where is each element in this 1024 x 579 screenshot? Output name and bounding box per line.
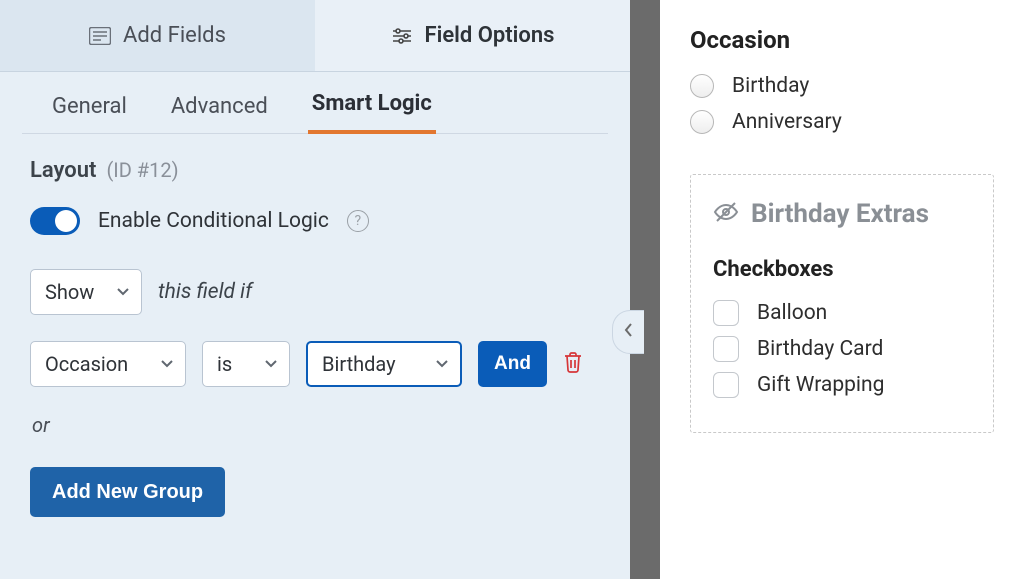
subtab-advanced[interactable]: Advanced	[167, 94, 272, 133]
tab-add-fields[interactable]: Add Fields	[0, 0, 315, 71]
checkbox-birthday-card-label: Birthday Card	[757, 337, 883, 361]
checkbox-gift-wrapping[interactable]	[713, 372, 739, 398]
form-preview: Occasion Birthday Anniversary Birthday E…	[660, 0, 1024, 579]
chevron-left-icon	[622, 321, 636, 343]
delete-rule-button[interactable]	[563, 351, 583, 377]
top-tabs: Add Fields Field Options	[0, 0, 630, 72]
radio-anniversary[interactable]	[690, 110, 714, 134]
panel-divider	[630, 0, 660, 579]
field-type-label: Layout	[30, 158, 96, 183]
condition-action-select[interactable]: Show	[30, 269, 142, 315]
enable-conditional-logic-label: Enable Conditional Logic	[98, 209, 329, 233]
checkbox-birthday-card[interactable]	[713, 336, 739, 362]
chevron-down-icon	[434, 352, 450, 376]
help-icon[interactable]: ?	[347, 210, 369, 232]
subtab-smart-logic[interactable]: Smart Logic	[308, 91, 436, 134]
radio-birthday-label: Birthday	[732, 74, 809, 98]
condition-field-value: Occasion	[45, 352, 128, 376]
or-label: or	[32, 413, 600, 437]
condition-value-select[interactable]: Birthday	[306, 341, 462, 387]
tab-field-options[interactable]: Field Options	[315, 0, 630, 71]
toggle-knob	[55, 210, 77, 232]
field-heading: Layout (ID #12)	[30, 158, 600, 183]
sliders-icon	[391, 27, 413, 45]
condition-action-suffix: this field if	[158, 280, 252, 304]
sub-tabs: General Advanced Smart Logic	[22, 72, 608, 134]
tab-add-fields-label: Add Fields	[123, 23, 226, 48]
condition-operator-select[interactable]: is	[202, 341, 290, 387]
chevron-down-icon	[115, 280, 131, 304]
field-id-label: (ID #12)	[106, 158, 178, 182]
chevron-down-icon	[263, 352, 279, 376]
condition-operator-value: is	[217, 352, 232, 376]
radio-birthday[interactable]	[690, 74, 714, 98]
birthday-extras-title: Birthday Extras	[751, 199, 929, 229]
birthday-extras-field[interactable]: Birthday Extras Checkboxes Balloon Birth…	[690, 174, 994, 433]
collapse-panel-button[interactable]	[612, 310, 644, 354]
radio-anniversary-label: Anniversary	[732, 110, 842, 134]
add-new-group-button[interactable]: Add New Group	[30, 467, 225, 517]
settings-panel: Add Fields Field Options General Advance…	[0, 0, 630, 579]
checkboxes-label: Checkboxes	[713, 257, 971, 282]
condition-field-select[interactable]: Occasion	[30, 341, 186, 387]
settings-body: Layout (ID #12) Enable Conditional Logic…	[0, 134, 630, 541]
condition-value-value: Birthday	[322, 352, 396, 376]
condition-action-value: Show	[45, 280, 94, 304]
hidden-icon	[713, 201, 739, 227]
chevron-down-icon	[159, 352, 175, 376]
subtab-general[interactable]: General	[48, 94, 131, 133]
enable-conditional-logic-toggle[interactable]	[30, 207, 80, 235]
and-button[interactable]: And	[478, 341, 547, 387]
add-fields-icon	[89, 27, 111, 45]
tab-field-options-label: Field Options	[425, 23, 555, 48]
occasion-field-label: Occasion	[690, 26, 994, 54]
checkbox-balloon-label: Balloon	[757, 301, 827, 325]
checkbox-balloon[interactable]	[713, 300, 739, 326]
checkbox-gift-wrapping-label: Gift Wrapping	[757, 373, 884, 397]
